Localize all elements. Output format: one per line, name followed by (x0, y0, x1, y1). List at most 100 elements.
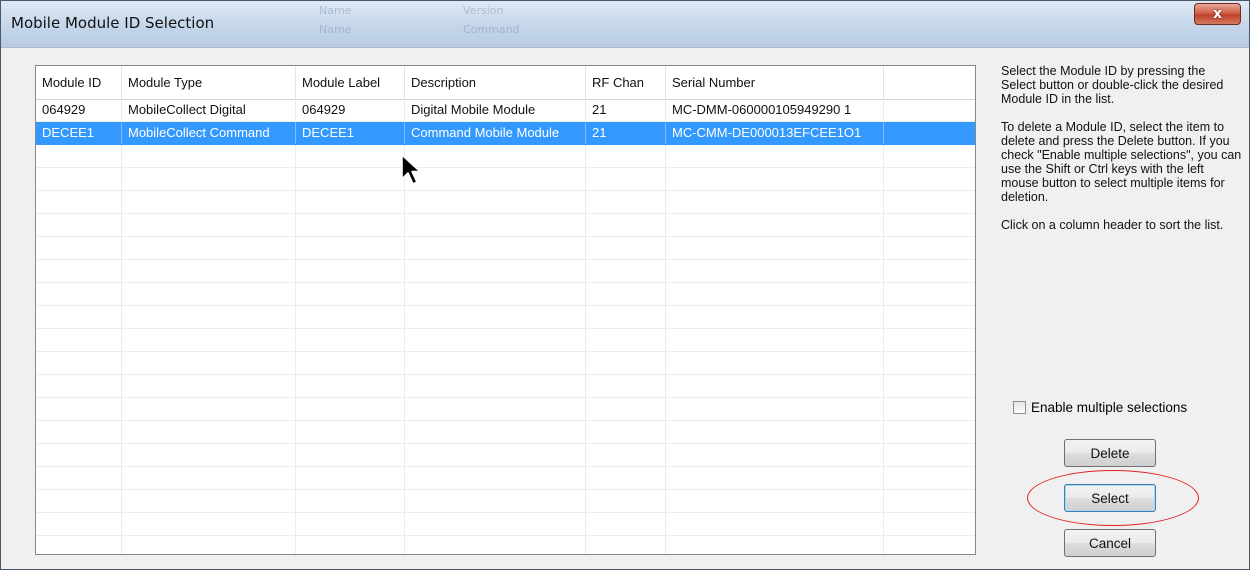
column-header-rf-chan[interactable]: RF Chan (586, 66, 666, 99)
empty-cell (405, 398, 586, 420)
column-header-description[interactable]: Description (405, 66, 586, 99)
empty-row (36, 421, 975, 444)
empty-cell (296, 329, 405, 351)
empty-cell (405, 490, 586, 512)
empty-cell (405, 237, 586, 259)
empty-cell (405, 536, 586, 554)
empty-cell (586, 352, 666, 374)
checkbox-box[interactable] (1013, 401, 1026, 414)
empty-cell (36, 398, 122, 420)
empty-row (36, 168, 975, 191)
empty-cell (36, 467, 122, 489)
empty-cell (296, 168, 405, 190)
empty-cell (36, 329, 122, 351)
empty-cell (405, 467, 586, 489)
empty-cell (296, 375, 405, 397)
empty-cell (296, 260, 405, 282)
empty-cell (36, 191, 122, 213)
empty-cell (122, 168, 296, 190)
empty-cell (666, 329, 884, 351)
empty-cell (586, 444, 666, 466)
empty-cell (666, 398, 884, 420)
empty-cell (122, 237, 296, 259)
empty-cell (586, 375, 666, 397)
column-header-module-id[interactable]: Module ID (36, 66, 122, 99)
empty-cell (296, 352, 405, 374)
empty-cell (666, 444, 884, 466)
select-button[interactable]: Select (1064, 484, 1156, 512)
empty-cell (586, 421, 666, 443)
empty-cell (586, 145, 666, 167)
ghost-text: Name (319, 23, 352, 36)
cell-description: Digital Mobile Module (405, 99, 586, 121)
cell-module-label: DECEE1 (296, 122, 405, 144)
help-text: Select the Module ID by pressing the Sel… (1001, 64, 1243, 246)
empty-cell (666, 467, 884, 489)
empty-cell (405, 191, 586, 213)
help-paragraph: Click on a column header to sort the lis… (1001, 218, 1224, 232)
column-header-serial-number[interactable]: Serial Number (666, 66, 884, 99)
empty-cell (666, 145, 884, 167)
empty-cell (586, 398, 666, 420)
empty-cell (586, 237, 666, 259)
empty-cell (586, 467, 666, 489)
table-row-selected[interactable]: DECEE1 MobileCollect Command DECEE1 Comm… (36, 122, 975, 145)
cell-rf-chan: 21 (586, 122, 666, 144)
empty-cell (666, 375, 884, 397)
empty-cell (586, 214, 666, 236)
cell-module-type: MobileCollect Command (122, 122, 296, 144)
window-title: Mobile Module ID Selection (11, 14, 215, 32)
empty-cell (296, 214, 405, 236)
empty-cell (36, 283, 122, 305)
empty-cell (666, 191, 884, 213)
module-list[interactable]: Module ID Module Type Module Label Descr… (35, 65, 976, 555)
close-icon: x (1212, 6, 1223, 22)
cell-description: Command Mobile Module (405, 122, 586, 144)
list-header: Module ID Module Type Module Label Descr… (36, 66, 975, 100)
empty-cell (405, 260, 586, 282)
empty-cell (666, 260, 884, 282)
empty-cell (666, 168, 884, 190)
empty-cell (405, 375, 586, 397)
empty-cell (666, 306, 884, 328)
empty-cell (122, 398, 296, 420)
empty-cell (122, 329, 296, 351)
checkbox-label: Enable multiple selections (1031, 400, 1188, 415)
close-button[interactable]: x (1194, 3, 1241, 25)
cell-module-label: 064929 (296, 99, 405, 121)
empty-cell (666, 513, 884, 535)
empty-cell (36, 375, 122, 397)
empty-row (36, 536, 975, 554)
empty-cell (122, 191, 296, 213)
empty-cell (122, 260, 296, 282)
empty-cell (36, 214, 122, 236)
empty-row (36, 444, 975, 467)
empty-cell (122, 375, 296, 397)
empty-cell (405, 306, 586, 328)
empty-cell (36, 260, 122, 282)
empty-cell (122, 444, 296, 466)
enable-multiple-selections-checkbox[interactable]: Enable multiple selections (1013, 400, 1187, 415)
ghost-text: Command (463, 23, 520, 36)
empty-cell (36, 421, 122, 443)
empty-cell (666, 237, 884, 259)
column-header-module-type[interactable]: Module Type (122, 66, 296, 99)
empty-row (36, 513, 975, 536)
empty-cell (296, 513, 405, 535)
empty-cell (586, 490, 666, 512)
cell-rf-chan: 21 (586, 99, 666, 121)
empty-cell (122, 352, 296, 374)
empty-cell (36, 352, 122, 374)
title-bar[interactable]: Mobile Module ID Selection Name Name Ver… (1, 1, 1249, 48)
empty-cell (296, 191, 405, 213)
empty-cell (296, 306, 405, 328)
empty-row (36, 214, 975, 237)
empty-row (36, 283, 975, 306)
delete-button[interactable]: Delete (1064, 439, 1156, 467)
table-row[interactable]: 064929 MobileCollect Digital 064929 Digi… (36, 99, 975, 122)
cell-module-id: DECEE1 (36, 122, 122, 144)
empty-cell (405, 444, 586, 466)
empty-cell (122, 214, 296, 236)
column-header-module-label[interactable]: Module Label (296, 66, 405, 99)
cancel-button[interactable]: Cancel (1064, 529, 1156, 557)
